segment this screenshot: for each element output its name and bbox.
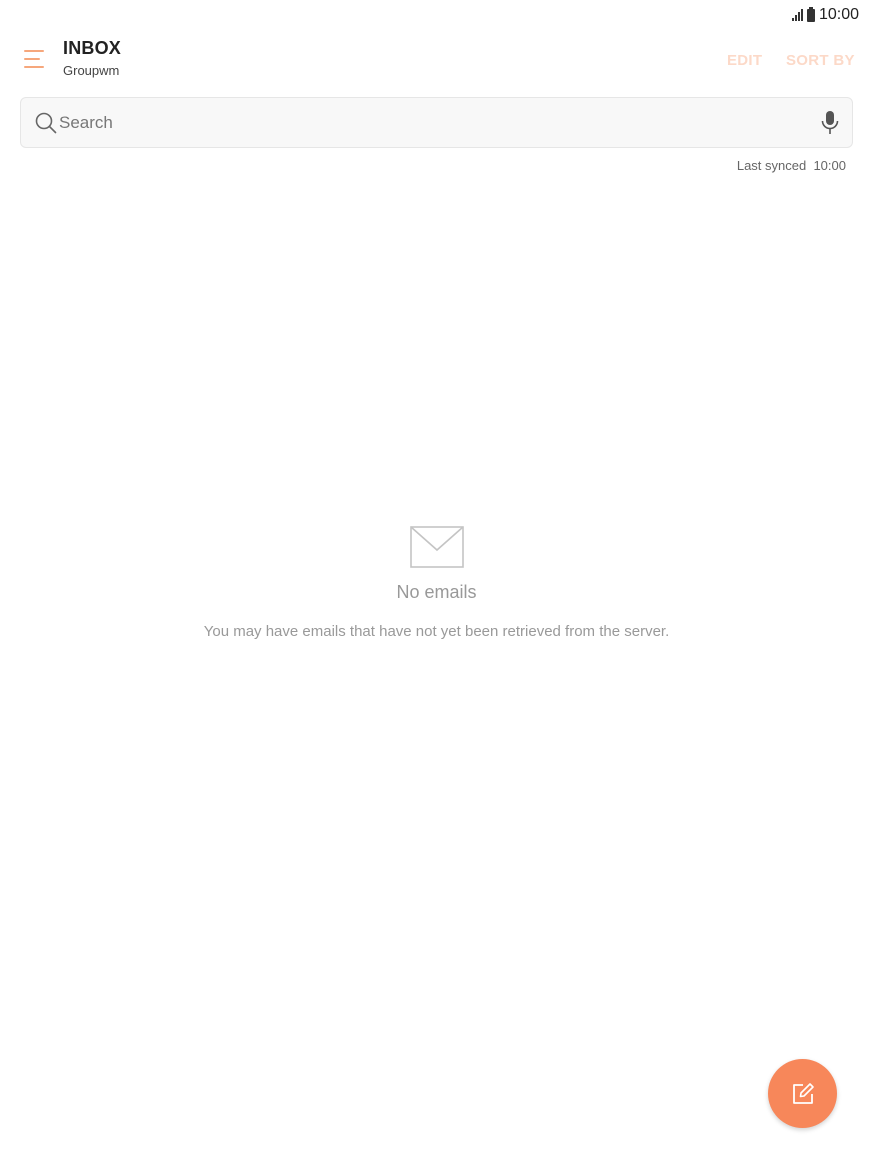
signal-icon xyxy=(791,9,803,21)
status-bar: 10:00 xyxy=(791,4,859,26)
compose-icon xyxy=(792,1082,814,1104)
account-name: Groupwm xyxy=(63,63,120,78)
search-input[interactable] xyxy=(59,108,799,138)
microphone-icon[interactable] xyxy=(820,110,840,136)
app-bar: INBOX Groupwm EDIT SORT BY xyxy=(0,36,873,86)
empty-state-title: No emails xyxy=(396,582,477,602)
hamburger-menu-icon[interactable] xyxy=(24,50,44,68)
sort-by-button[interactable]: SORT BY xyxy=(786,52,855,69)
page-title: INBOX xyxy=(63,38,122,58)
email-inbox-screen: 10:00 INBOX Groupwm EDIT SORT BY Last sy… xyxy=(0,0,873,1164)
edit-button[interactable]: EDIT xyxy=(727,52,762,69)
title-block: INBOX Groupwm xyxy=(63,38,121,78)
search-icon xyxy=(35,112,57,134)
empty-state: No emails You may have emails that have … xyxy=(0,526,873,640)
last-synced-label: Last synced xyxy=(736,158,807,173)
envelope-icon xyxy=(409,526,464,568)
search-bar[interactable] xyxy=(20,97,853,148)
last-synced-status: Last synced 10:00 xyxy=(737,158,846,173)
last-synced-time: 10:00 xyxy=(813,158,846,173)
compose-button[interactable] xyxy=(768,1059,837,1128)
empty-state-description: You may have emails that have not yet be… xyxy=(203,623,670,640)
status-time: 10:00 xyxy=(818,6,859,23)
battery-icon xyxy=(806,6,815,22)
